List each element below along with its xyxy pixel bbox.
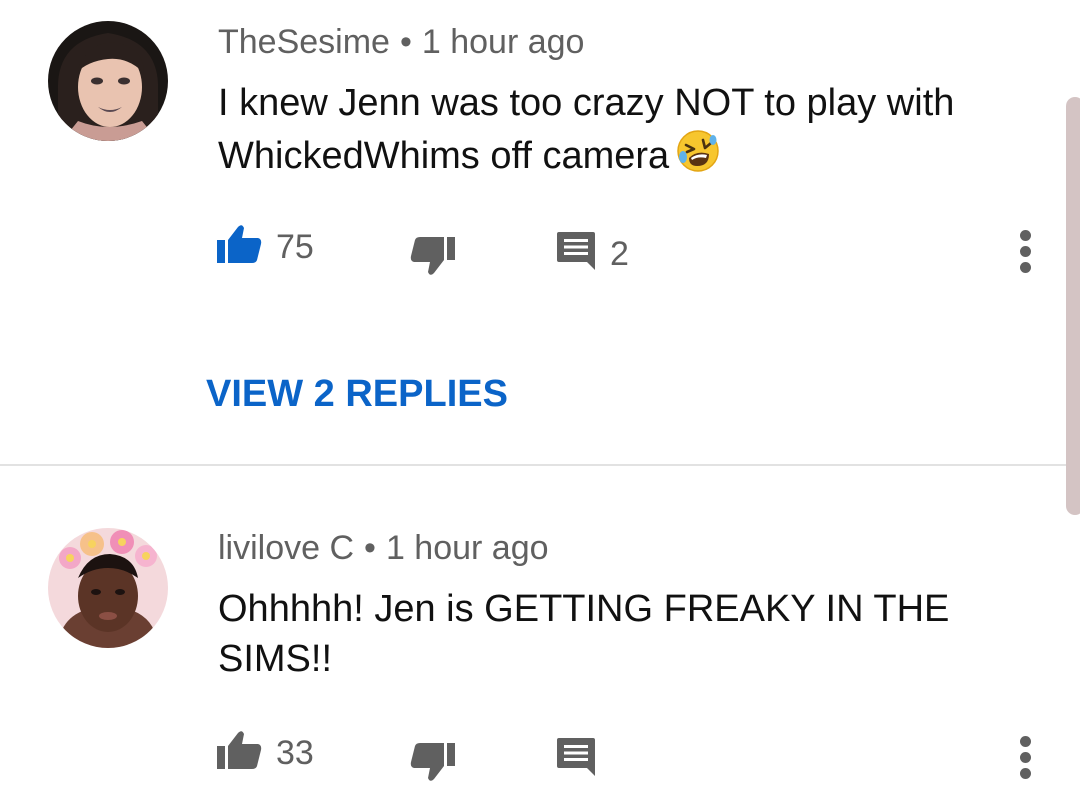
avatar[interactable] <box>48 21 168 141</box>
view-replies-link[interactable]: VIEW 2 REPLIES <box>206 372 508 416</box>
comment-time: 1 hour ago <box>385 529 549 567</box>
scrollbar[interactable] <box>1066 97 1080 515</box>
meta-separator: • <box>399 23 412 61</box>
thumbs-down-icon <box>410 742 456 787</box>
avatar[interactable] <box>48 528 168 648</box>
dislike-button[interactable] <box>410 742 456 787</box>
comment-icon <box>556 230 596 277</box>
reply-count: 2 <box>610 234 629 273</box>
comment-icon <box>556 736 596 783</box>
comment-time: 1 hour ago <box>421 23 585 61</box>
like-count: 33 <box>276 733 314 772</box>
comment-text-wrapper: Ohhhhh! Jen is GETTING FREAKY IN THE SIM… <box>218 584 1038 684</box>
thumbs-down-icon <box>410 236 456 281</box>
like-count: 75 <box>276 227 314 266</box>
thumbs-up-icon <box>216 224 262 269</box>
dislike-button[interactable] <box>410 236 456 281</box>
comment-author[interactable]: TheSesime <box>218 23 390 61</box>
comment-meta: livilove C • 1 hour ago <box>218 528 549 568</box>
comment-author[interactable]: livilove C <box>218 529 354 567</box>
comment-meta: TheSesime • 1 hour ago <box>218 22 584 62</box>
more-options-icon[interactable] <box>1015 736 1035 784</box>
reply-button[interactable]: 2 <box>556 230 629 277</box>
like-button[interactable]: 75 <box>216 224 314 269</box>
comment-text: Ohhhhh! Jen is GETTING FREAKY IN THE SIM… <box>218 588 950 680</box>
comment-item: livilove C • 1 hour ago Ohhhhh! Jen is GET… <box>0 466 1080 805</box>
like-button[interactable]: 33 <box>216 730 314 775</box>
comment-text-wrapper: I knew Jenn was too crazy NOT to play wi… <box>218 78 1038 187</box>
rolling-on-floor-laughing-icon <box>675 128 721 187</box>
comment-text: I knew Jenn was too crazy NOT to play wi… <box>218 82 955 177</box>
avatar-image <box>48 21 168 141</box>
avatar-image <box>48 528 168 648</box>
meta-separator: • <box>364 529 376 567</box>
more-options-icon[interactable] <box>1015 230 1035 278</box>
comment-item: TheSesime • 1 hour ago I knew Jenn was too… <box>0 0 1080 464</box>
reply-button[interactable] <box>556 736 596 783</box>
thumbs-up-icon <box>216 730 262 775</box>
